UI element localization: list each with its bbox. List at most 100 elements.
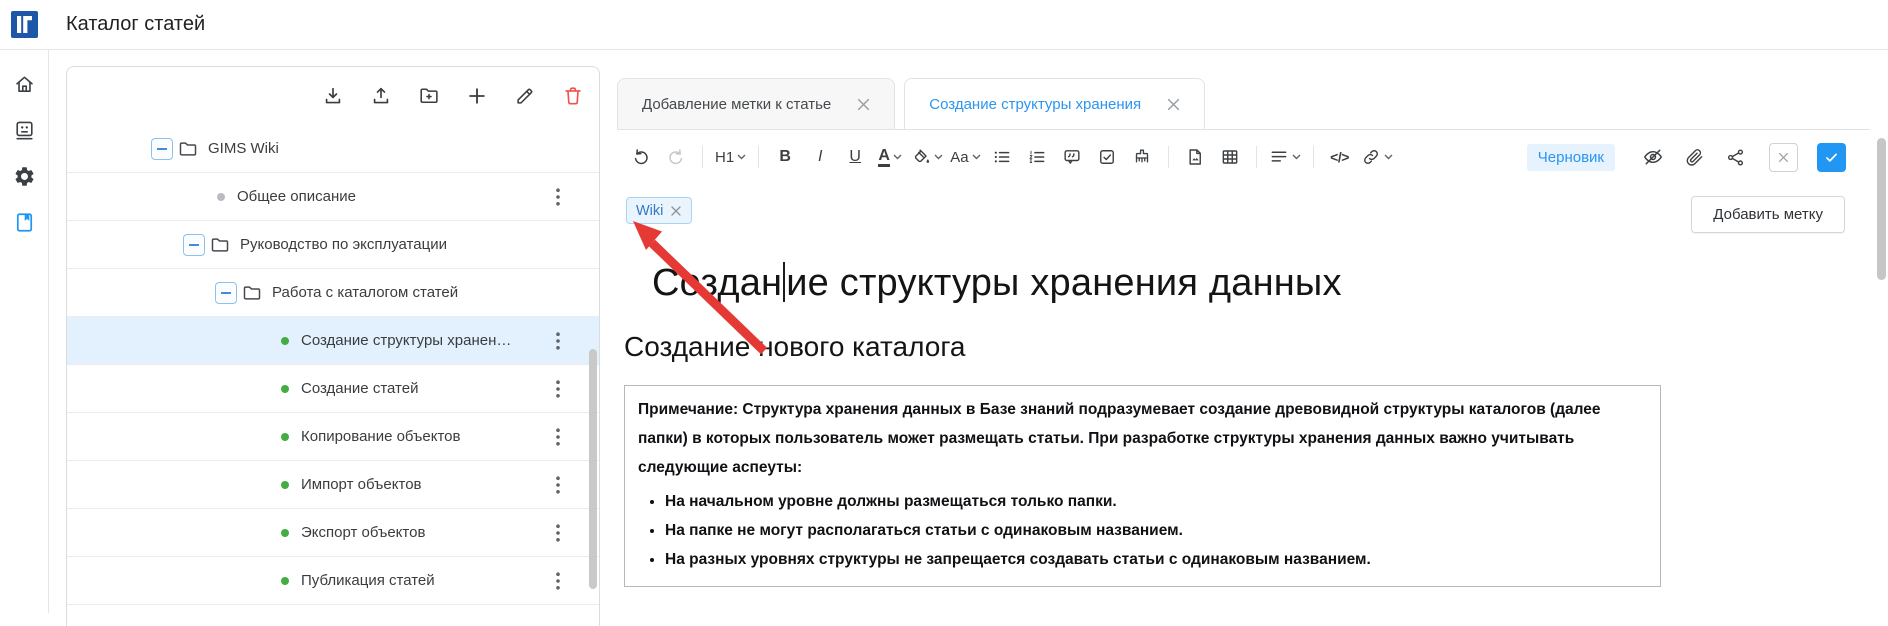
row-menu-kebab-icon[interactable] bbox=[549, 426, 567, 448]
chevron-down-icon bbox=[934, 154, 943, 160]
folder-icon bbox=[242, 283, 262, 303]
wiki-tag-chip[interactable]: Wiki bbox=[626, 197, 692, 224]
toolbar-divider bbox=[1313, 146, 1314, 168]
note-list: На начальном уровне должны размещаться т… bbox=[638, 487, 1647, 574]
folder-icon bbox=[178, 139, 198, 159]
link-icon[interactable] bbox=[1361, 143, 1393, 171]
note-text: Примечание: Структура хранения данных в … bbox=[638, 395, 1647, 482]
add-folder-icon[interactable] bbox=[417, 84, 441, 108]
tree-row-article[interactable]: Экспорт объектов bbox=[67, 509, 599, 557]
collapse-minus-icon[interactable] bbox=[183, 234, 205, 256]
attach-paperclip-icon[interactable] bbox=[1681, 144, 1707, 170]
row-menu-kebab-icon[interactable] bbox=[549, 186, 567, 208]
visibility-off-icon[interactable] bbox=[1640, 144, 1666, 170]
knowledge-base-book-icon[interactable] bbox=[12, 210, 36, 234]
tree-row-article[interactable]: Общее описание bbox=[67, 173, 599, 221]
tree-item-label: Публикация статей bbox=[301, 572, 435, 589]
numbered-list-icon[interactable] bbox=[1023, 143, 1051, 171]
insert-table-icon[interactable] bbox=[1216, 143, 1244, 171]
text-case-button[interactable]: Aa bbox=[950, 143, 980, 171]
top-bar: Каталог статей bbox=[0, 0, 1888, 50]
chevron-down-icon bbox=[737, 154, 746, 160]
import-download-icon[interactable] bbox=[321, 84, 345, 108]
edit-pencil-icon[interactable] bbox=[513, 84, 537, 108]
page-title: Каталог статей bbox=[66, 13, 205, 36]
chevron-down-icon bbox=[1384, 154, 1393, 160]
close-editor-button[interactable] bbox=[1769, 143, 1798, 172]
tab-label: Добавление метки к статье bbox=[642, 96, 831, 113]
tree-row-article[interactable]: Создание статей bbox=[67, 365, 599, 413]
row-menu-kebab-icon[interactable] bbox=[549, 330, 567, 352]
toolbar-divider bbox=[758, 146, 759, 168]
delete-trash-icon[interactable] bbox=[561, 84, 585, 108]
editor-toolbar: H1 B I U A Aa </> Черновик bbox=[617, 130, 1870, 184]
tree-row-folder[interactable]: Руководство по эксплуатации bbox=[67, 221, 599, 269]
bullet-list-icon[interactable] bbox=[988, 143, 1016, 171]
tags-row: Wiki Добавить метку bbox=[617, 184, 1870, 236]
row-menu-kebab-icon[interactable] bbox=[549, 570, 567, 592]
tree-scrollbar-thumb[interactable] bbox=[589, 349, 597, 589]
toolbar-divider bbox=[1168, 146, 1169, 168]
row-menu-kebab-icon[interactable] bbox=[549, 474, 567, 496]
tab-add-label-to-article[interactable]: Добавление метки к статье bbox=[617, 78, 895, 130]
text-cursor bbox=[783, 262, 785, 302]
row-menu-kebab-icon[interactable] bbox=[549, 378, 567, 400]
article-bullet bbox=[281, 385, 289, 393]
text-color-button[interactable]: A bbox=[876, 143, 904, 171]
tree-toolbar bbox=[67, 67, 599, 125]
undo-icon[interactable] bbox=[627, 143, 655, 171]
tree-item-label: Работа с каталогом статей bbox=[272, 284, 458, 301]
share-icon[interactable] bbox=[1722, 144, 1748, 170]
article-bullet bbox=[217, 193, 225, 201]
tree-row-article-selected[interactable]: Создание структуры хранен… bbox=[67, 317, 599, 365]
folder-icon bbox=[210, 235, 230, 255]
clear-format-broom-icon[interactable] bbox=[1128, 143, 1156, 171]
tree-row-folder[interactable]: GIMS Wiki bbox=[67, 125, 599, 173]
app-logo-icon[interactable] bbox=[11, 11, 38, 38]
article-bullet bbox=[281, 337, 289, 345]
highlight-color-bucket-icon[interactable] bbox=[911, 143, 943, 171]
tree-item-label: Импорт объектов bbox=[301, 476, 422, 493]
remove-tag-icon[interactable] bbox=[670, 205, 682, 217]
bold-button[interactable]: B bbox=[771, 143, 799, 171]
insert-image-icon[interactable] bbox=[1181, 143, 1209, 171]
align-select[interactable] bbox=[1269, 143, 1301, 171]
tree-item-label: GIMS Wiki bbox=[208, 140, 279, 157]
article-editor-panel: H1 B I U A Aa </> Черновик Wiki Добави bbox=[617, 130, 1870, 613]
article-title[interactable]: Создание структуры хранения данных bbox=[652, 262, 1870, 305]
note-callout[interactable]: Примечание: Структура хранения данных в … bbox=[624, 385, 1661, 587]
tree-row-article[interactable]: Публикация статей bbox=[67, 557, 599, 605]
article-subtitle[interactable]: Создание нового каталога bbox=[624, 331, 1870, 363]
settings-gear-icon[interactable] bbox=[12, 164, 36, 188]
tab-close-icon[interactable] bbox=[857, 98, 870, 111]
tree-row-article[interactable]: Копирование объектов bbox=[67, 413, 599, 461]
checklist-icon[interactable] bbox=[1093, 143, 1121, 171]
underline-button[interactable]: U bbox=[841, 143, 869, 171]
confirm-check-button[interactable] bbox=[1817, 143, 1846, 172]
row-menu-kebab-icon[interactable] bbox=[549, 522, 567, 544]
tree-row-folder[interactable]: Работа с каталогом статей bbox=[67, 269, 599, 317]
redo-icon[interactable] bbox=[662, 143, 690, 171]
catalog-tree-panel: GIMS Wiki Общее описание Руководство по … bbox=[66, 66, 600, 626]
chevron-down-icon bbox=[1292, 154, 1301, 160]
collapse-minus-icon[interactable] bbox=[151, 138, 173, 160]
collapse-minus-icon[interactable] bbox=[215, 282, 237, 304]
tree-item-label: Экспорт объектов bbox=[301, 524, 425, 541]
heading-select[interactable]: H1 bbox=[715, 143, 746, 171]
tab-close-icon[interactable] bbox=[1167, 98, 1180, 111]
italic-button[interactable]: I bbox=[806, 143, 834, 171]
quote-bubble-icon[interactable] bbox=[1058, 143, 1086, 171]
page-scrollbar-thumb[interactable] bbox=[1877, 138, 1886, 280]
home-icon[interactable] bbox=[12, 72, 36, 96]
add-item-plus-icon[interactable] bbox=[465, 84, 489, 108]
tree-row-article[interactable]: Импорт объектов bbox=[67, 461, 599, 509]
add-tag-button[interactable]: Добавить метку bbox=[1691, 196, 1845, 233]
articles-icon[interactable] bbox=[12, 118, 36, 142]
article-bullet bbox=[281, 529, 289, 537]
chevron-down-icon bbox=[893, 154, 902, 160]
export-upload-icon[interactable] bbox=[369, 84, 393, 108]
code-button[interactable]: </> bbox=[1326, 143, 1354, 171]
editor-tab-bar: Добавление метки к статье Создание струк… bbox=[617, 78, 1870, 130]
tab-storage-structure[interactable]: Создание структуры хранения bbox=[904, 78, 1205, 130]
tab-label: Создание структуры хранения bbox=[929, 96, 1141, 113]
